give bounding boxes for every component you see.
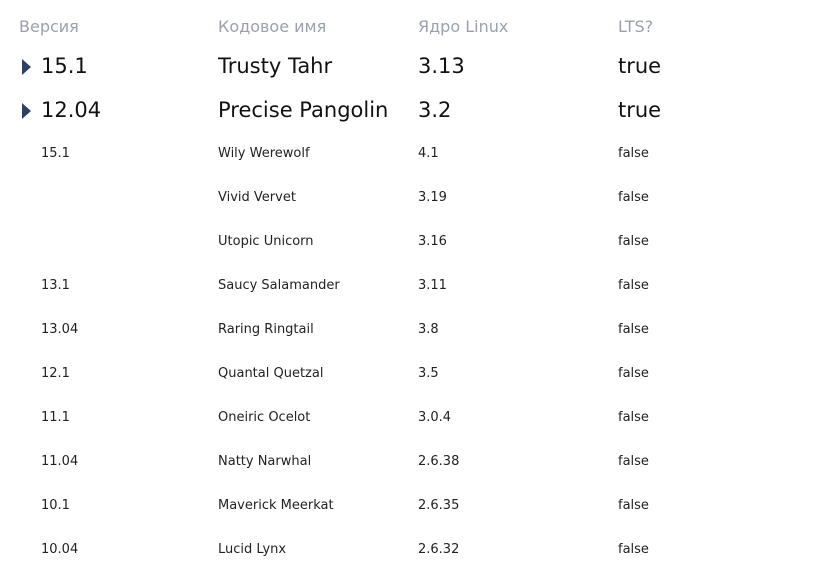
table-row[interactable]: 11.04 Natty Narwhal 2.6.38 false <box>0 440 820 484</box>
cell-kernel: 2.6.32 <box>418 542 460 557</box>
cell-kernel: 3.5 <box>418 366 439 381</box>
cell-lts: false <box>618 366 649 381</box>
cell-kernel: 2.6.38 <box>418 454 460 469</box>
cell-kernel: 3.13 <box>418 54 465 78</box>
table-row[interactable]: 12.1 Quantal Quetzal 3.5 false <box>0 352 820 396</box>
cell-version: 12.04 <box>41 98 102 122</box>
cell-kernel: 3.8 <box>418 322 439 337</box>
cell-version: 13.04 <box>41 322 79 337</box>
cell-kernel: 3.19 <box>418 190 447 205</box>
cell-lts: false <box>618 542 649 557</box>
cell-lts: false <box>618 190 649 205</box>
table-row[interactable]: 15.1 Wily Werewolf 4.1 false <box>0 132 820 176</box>
cell-version: 13.1 <box>41 278 70 293</box>
cell-kernel: 3.2 <box>418 98 452 122</box>
group-row[interactable]: 15.1 Trusty Tahr 3.13 true <box>0 44 820 88</box>
header-kernel[interactable]: Ядро Linux <box>418 17 508 37</box>
group-row[interactable]: 12.04 Precise Pangolin 3.2 true <box>0 88 820 132</box>
cell-codename: Trusty Tahr <box>218 54 333 78</box>
cell-version: 11.04 <box>41 454 79 469</box>
cell-codename: Quantal Quetzal <box>218 366 324 381</box>
table-row[interactable]: 10.1 Maverick Meerkat 2.6.35 false <box>0 484 820 528</box>
cell-codename: Saucy Salamander <box>218 278 340 293</box>
cell-kernel: 2.6.35 <box>418 498 460 513</box>
table-row[interactable]: 10.04 Lucid Lynx 2.6.32 false <box>0 528 820 572</box>
cell-codename: Oneiric Ocelot <box>218 410 311 425</box>
table-header: Версия Кодовое имя Ядро Linux LTS? <box>0 0 820 44</box>
cell-version: 15.1 <box>41 146 70 161</box>
table-row[interactable]: 11.1 Oneiric Ocelot 3.0.4 false <box>0 396 820 440</box>
cell-codename: Maverick Meerkat <box>218 498 334 513</box>
header-lts[interactable]: LTS? <box>618 17 653 37</box>
cell-lts: false <box>618 278 649 293</box>
table-row[interactable]: Utopic Unicorn 3.16 false <box>0 220 820 264</box>
cell-version: 15.1 <box>41 54 88 78</box>
cell-lts: true <box>618 98 662 122</box>
cell-codename: Natty Narwhal <box>218 454 312 469</box>
cell-kernel: 3.11 <box>418 278 447 293</box>
cell-version: 12.1 <box>41 366 70 381</box>
cell-lts: false <box>618 410 649 425</box>
cell-lts: false <box>618 498 649 513</box>
cell-codename: Precise Pangolin <box>218 98 389 122</box>
cell-codename: Wily Werewolf <box>218 146 310 161</box>
cell-lts: true <box>618 54 662 78</box>
cell-kernel: 3.16 <box>418 234 447 249</box>
releases-table: Версия Кодовое имя Ядро Linux LTS? 15.1 … <box>0 0 820 572</box>
cell-version: 10.1 <box>41 498 70 513</box>
cell-codename: Raring Ringtail <box>218 322 314 337</box>
triangle-right-icon[interactable] <box>22 103 31 119</box>
triangle-right-icon[interactable] <box>22 59 31 75</box>
table-row[interactable]: 13.1 Saucy Salamander 3.11 false <box>0 264 820 308</box>
cell-kernel: 4.1 <box>418 146 439 161</box>
cell-version: 10.04 <box>41 542 79 557</box>
cell-codename: Utopic Unicorn <box>218 234 314 249</box>
cell-codename: Vivid Vervet <box>218 190 296 205</box>
table-row[interactable]: Vivid Vervet 3.19 false <box>0 176 820 220</box>
header-version[interactable]: Версия <box>19 17 79 37</box>
cell-lts: false <box>618 322 649 337</box>
cell-kernel: 3.0.4 <box>418 410 452 425</box>
cell-lts: false <box>618 454 649 469</box>
cell-lts: false <box>618 234 649 249</box>
header-codename[interactable]: Кодовое имя <box>218 17 326 37</box>
cell-codename: Lucid Lynx <box>218 542 287 557</box>
table-row[interactable]: 13.04 Raring Ringtail 3.8 false <box>0 308 820 352</box>
cell-lts: false <box>618 146 649 161</box>
cell-version: 11.1 <box>41 410 70 425</box>
